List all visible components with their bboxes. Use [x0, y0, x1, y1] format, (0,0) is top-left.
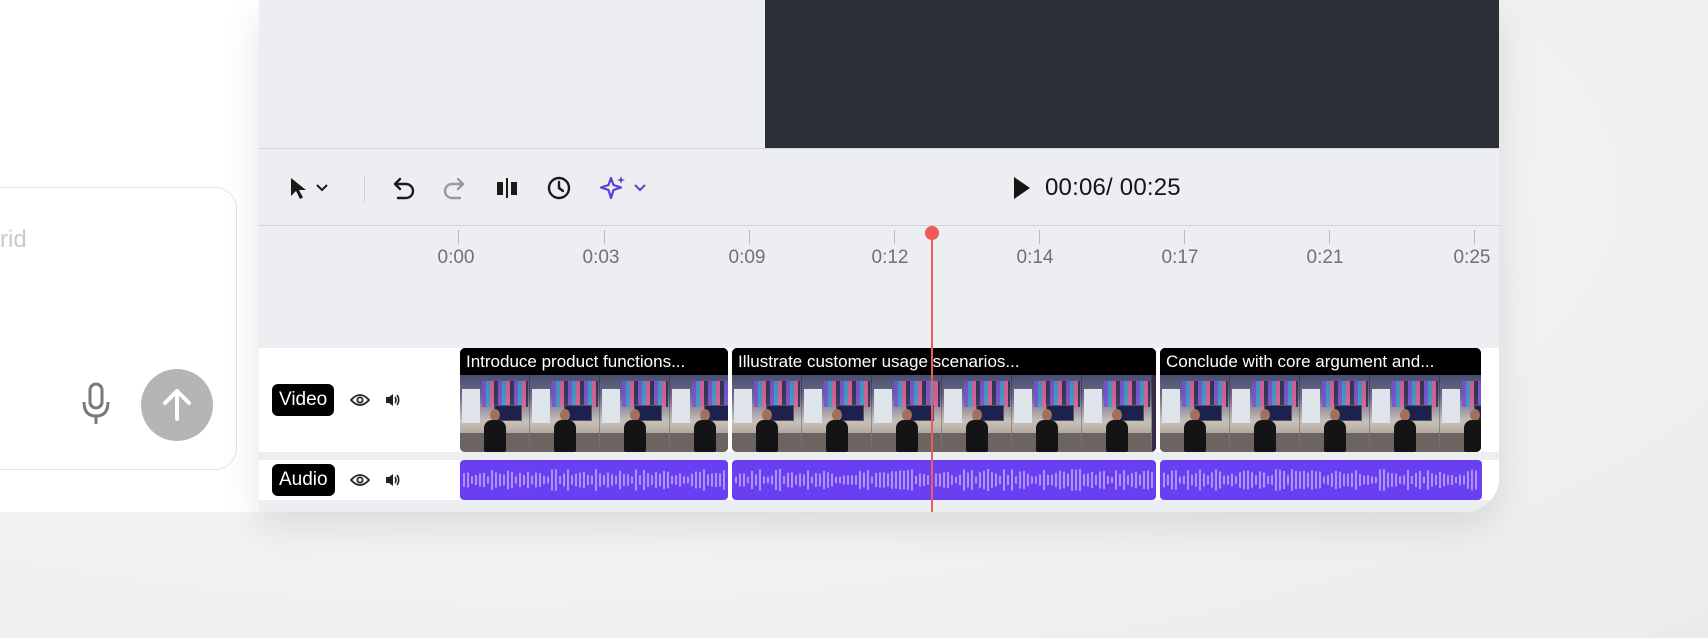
- chat-input-placeholder: rid: [0, 226, 27, 253]
- video-clip-title: Conclude with core argument and...: [1160, 348, 1481, 375]
- ruler-tick: [749, 230, 750, 244]
- speed-button[interactable]: [546, 173, 572, 203]
- speed-dial-icon: [547, 176, 571, 200]
- video-thumbnail-frame: [670, 375, 728, 452]
- ruler-tick: [1474, 230, 1475, 244]
- video-clip[interactable]: Conclude with core argument and...: [1160, 348, 1481, 452]
- audio-volume-toggle[interactable]: [383, 470, 403, 490]
- ruler-tick: [1329, 230, 1330, 244]
- select-tool-dropdown[interactable]: [313, 173, 331, 203]
- video-visibility-toggle[interactable]: [350, 390, 370, 410]
- speaker-icon: [386, 394, 400, 406]
- cursor-arrow-icon: [291, 178, 306, 199]
- ruler-tick: [894, 230, 895, 244]
- video-clip[interactable]: Introduce product functions...: [460, 348, 728, 452]
- redo-icon: [443, 177, 465, 200]
- ruler-tick-label: 0:21: [1306, 247, 1344, 268]
- video-clip-title: Introduce product functions...: [460, 348, 728, 375]
- ruler-tick: [458, 230, 459, 244]
- time-display: 00:06/ 00:25: [1045, 174, 1181, 201]
- play-icon: [1014, 177, 1030, 199]
- sparkle-icon: [599, 176, 625, 200]
- audio-clip[interactable]: [460, 460, 728, 500]
- microphone-icon: [82, 382, 110, 424]
- ruler-tick-label: 0:03: [582, 247, 620, 268]
- audio-waveform: [463, 469, 725, 491]
- chevron-down-icon: [634, 184, 646, 192]
- video-track-label: Video: [272, 384, 335, 416]
- toolbar-divider: [364, 176, 365, 202]
- split-clip-icon: [497, 178, 517, 198]
- video-thumbnail-frame: [802, 375, 872, 452]
- ai-assist-dropdown[interactable]: [631, 173, 649, 203]
- ruler-tick: [1184, 230, 1185, 244]
- video-clip-thumbnails: [1160, 375, 1481, 452]
- audio-waveform: [1163, 469, 1477, 491]
- eye-icon: [350, 474, 370, 486]
- speaker-icon: [386, 474, 400, 486]
- video-thumbnail-frame: [460, 375, 530, 452]
- timeline-ruler[interactable]: 0:00 0:03 0:09 0:12 0:14 0:17 0:21 0:25: [259, 226, 1499, 286]
- microphone-button[interactable]: [80, 382, 112, 426]
- video-thumbnail-frame: [1230, 375, 1300, 452]
- undo-icon: [393, 177, 415, 200]
- video-preview: [765, 0, 1499, 148]
- redo-button[interactable]: [441, 173, 469, 203]
- undo-button[interactable]: [389, 173, 417, 203]
- video-thumbnail-frame: [1300, 375, 1370, 452]
- video-thumbnail-frame: [1012, 375, 1082, 452]
- video-volume-toggle[interactable]: [383, 390, 403, 410]
- ruler-tick-label: 0:09: [728, 247, 766, 268]
- ruler-tick: [1039, 230, 1040, 244]
- audio-track-label: Audio: [272, 464, 335, 496]
- audio-clip[interactable]: [1160, 460, 1482, 500]
- video-clip-thumbnails: [732, 375, 1156, 452]
- video-clip[interactable]: Illustrate customer usage scenarios...: [732, 348, 1156, 452]
- ruler-tick-label: 0:12: [871, 247, 909, 268]
- playhead-line: [931, 232, 933, 512]
- video-thumbnail-frame: [530, 375, 600, 452]
- eye-icon: [350, 394, 370, 406]
- video-thumbnail-frame: [942, 375, 1012, 452]
- ruler-tick-label: 0:00: [437, 247, 475, 268]
- audio-clip[interactable]: [732, 460, 1156, 500]
- select-tool-button[interactable]: [285, 173, 311, 203]
- send-button[interactable]: [141, 369, 213, 441]
- ruler-tick-label: 0:17: [1161, 247, 1199, 268]
- timeline-toolbar: 00:06/ 00:25: [259, 148, 1499, 226]
- split-button[interactable]: [495, 173, 519, 203]
- video-track: Video Introduce product functions... Ill…: [259, 348, 1499, 452]
- chevron-down-icon: [316, 184, 328, 192]
- video-thumbnail-frame: [1440, 375, 1481, 452]
- playhead-handle[interactable]: [925, 226, 939, 240]
- ai-assist-button[interactable]: [599, 173, 627, 203]
- video-clip-title: Illustrate customer usage scenarios...: [732, 348, 1156, 375]
- play-button[interactable]: [1011, 174, 1033, 207]
- video-thumbnail-frame: [1370, 375, 1440, 452]
- video-editor: 00:06/ 00:25 0:00 0:03 0:09 0:12 0:14 0:…: [259, 0, 1499, 512]
- audio-visibility-toggle[interactable]: [350, 470, 370, 490]
- ruler-tick-label: 0:25: [1453, 247, 1491, 268]
- ruler-tick: [604, 230, 605, 244]
- ruler-tick-label: 0:14: [1016, 247, 1054, 268]
- arrow-up-icon: [163, 389, 191, 421]
- video-thumbnail-frame: [1082, 375, 1152, 452]
- video-thumbnail-frame: [600, 375, 670, 452]
- video-thumbnail-frame: [732, 375, 802, 452]
- video-clip-thumbnails: [460, 375, 728, 452]
- audio-track: Audio: [259, 460, 1499, 500]
- audio-waveform: [735, 469, 1153, 491]
- video-thumbnail-frame: [1160, 375, 1230, 452]
